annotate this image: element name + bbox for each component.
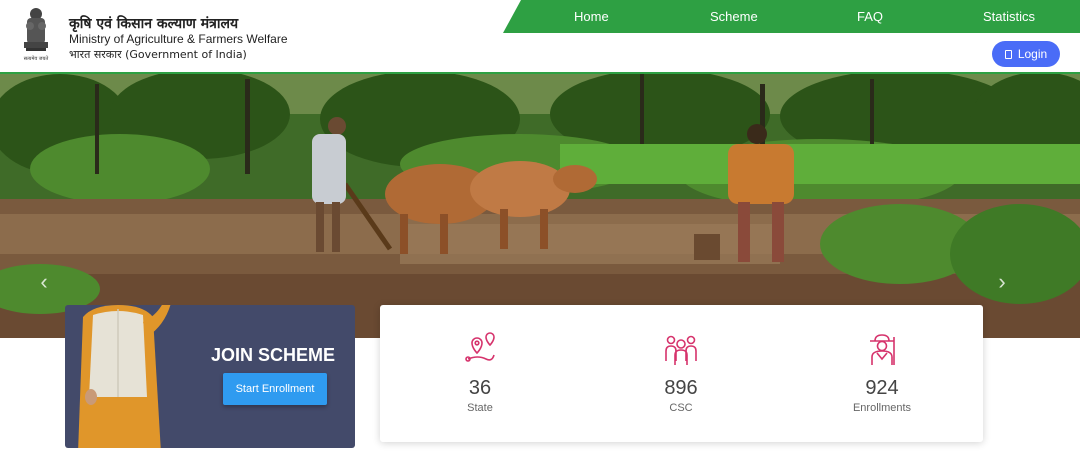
start-enrollment-button[interactable]: Start Enrollment xyxy=(223,373,327,405)
stat-state: 36 State xyxy=(420,331,540,414)
nav-scheme[interactable]: Scheme xyxy=(710,9,758,24)
login-icon xyxy=(1004,49,1012,59)
carousel-prev-icon[interactable]: ‹ xyxy=(34,268,54,296)
farmer-icon xyxy=(870,334,895,365)
stat-state-value: 36 xyxy=(468,377,492,399)
carousel-next-icon[interactable]: › xyxy=(992,268,1012,296)
header: सत्यमेव जयते कृषि एवं किसान कल्याण मंत्र… xyxy=(0,0,1080,72)
stat-enrollments-label: Enrollments xyxy=(852,402,912,414)
hero-banner: ‹ › xyxy=(0,74,1080,338)
stat-csc-label: CSC xyxy=(669,402,693,414)
ministry-name-english: Ministry of Agriculture & Farmers Welfar… xyxy=(69,32,288,46)
emblem-caption: सत्यमेव जयते xyxy=(24,55,49,62)
login-label: Login xyxy=(1017,47,1048,61)
join-scheme-card: JOIN SCHEME Start Enrollment xyxy=(65,305,355,448)
join-scheme-title: JOIN SCHEME xyxy=(211,345,336,365)
page: सत्यमेव जयते कृषि एवं किसान कल्याण मंत्र… xyxy=(0,0,1080,456)
stat-csc: 896 CSC xyxy=(621,331,741,414)
login-button[interactable]: Login xyxy=(992,41,1060,67)
people-group-icon xyxy=(665,335,697,365)
stat-enrollments: 924 Enrollments xyxy=(822,331,942,414)
nav-home[interactable]: Home xyxy=(574,9,609,24)
stat-csc-value: 896 xyxy=(664,377,698,399)
farm-scene-image xyxy=(0,74,1080,338)
nav-faq[interactable]: FAQ xyxy=(857,9,883,24)
nav-statistics[interactable]: Statistics xyxy=(983,9,1035,24)
main-nav: Home Scheme FAQ Statistics xyxy=(503,0,1080,33)
location-pin-icon xyxy=(465,332,495,362)
government-label: भारत सरकार (Government of India) xyxy=(69,48,247,61)
ministry-name-hindi: कृषि एवं किसान कल्याण मंत्रालय xyxy=(69,16,239,32)
stat-enrollments-value: 924 xyxy=(865,377,899,399)
stats-card: 36 State 896 CSC 924 Enrollments xyxy=(380,305,983,442)
national-emblem-icon: सत्यमेव जयते xyxy=(24,8,49,62)
pm-portrait-image xyxy=(78,305,171,448)
stat-state-label: State xyxy=(467,402,493,414)
